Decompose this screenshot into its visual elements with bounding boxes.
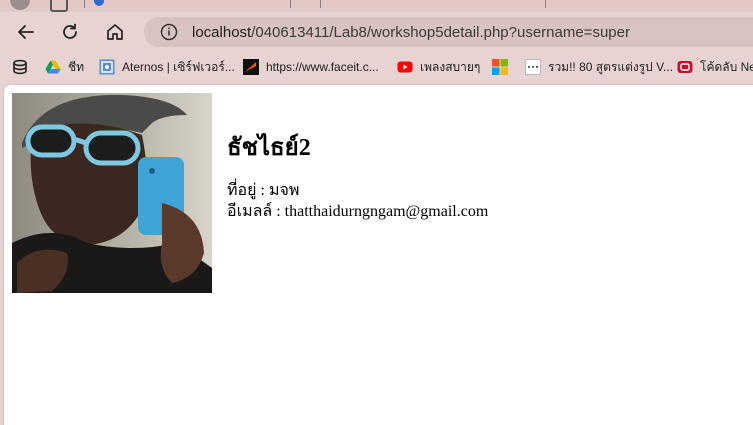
microsoft-icon: [492, 59, 508, 75]
bookmark-youtube[interactable]: เพลงสบายๆ: [397, 58, 480, 76]
aternos-icon: [99, 59, 115, 75]
dots-icon: [525, 59, 541, 75]
bookmark-photo-recipes[interactable]: รวม!! 80 สูตรแต่งรูป V...: [525, 58, 673, 76]
page-content: ธัชไธย์2 ที่อยู่ : มจพ อีเมลล์ : thattha…: [3, 84, 753, 425]
bookmark-label: https://www.faceit.c...: [266, 60, 379, 74]
tab-favicon-icon: [94, 0, 104, 6]
address-bar[interactable]: localhost/040613411/Lab8/workshop5detail…: [144, 17, 753, 47]
tab-strip: [0, 0, 753, 12]
bookmark-label: Aternos | เซิร์ฟเวอร์...: [122, 59, 235, 74]
bookmark-microsoft[interactable]: [492, 58, 515, 76]
tab-divider: [290, 0, 291, 8]
profile-name: ธัชไธย์2: [227, 135, 311, 161]
tab-divider: [84, 0, 85, 8]
bookmark-faceit[interactable]: https://www.faceit.c...: [243, 58, 379, 76]
tab-divider: [320, 0, 321, 8]
bookmark-label: โค้ดลับ Net: [700, 59, 753, 74]
bookmark-aternos[interactable]: Aternos | เซิร์ฟเวอร์...: [99, 58, 235, 76]
bookmark-apps[interactable]: [12, 58, 35, 76]
home-icon: [107, 24, 123, 40]
reload-icon: [63, 23, 77, 39]
back-arrow-icon: [18, 25, 34, 39]
bookmark-line-tv[interactable]: โค้ดลับ Net: [677, 58, 753, 76]
url-host: localhost: [192, 24, 252, 41]
navigation-bar: localhost/040613411/Lab8/workshop5detail…: [0, 12, 753, 52]
reload-button[interactable]: [58, 20, 82, 44]
bookmarks-bar: ชีท Aternos | เซิร์ฟเวอร์... https://www…: [0, 52, 753, 82]
tab-actions-icon[interactable]: [50, 0, 68, 12]
bookmark-label: เพลงสบายๆ: [420, 59, 481, 74]
profile-email: อีเมลล์ : thatthaidurngngam@gmail.com: [227, 203, 489, 220]
google-drive-icon: [45, 59, 61, 75]
faceit-icon: [243, 59, 259, 75]
bookmark-label: ชีท: [68, 59, 85, 74]
url-path: /040613411/Lab8/workshop5detail.php?user…: [251, 24, 630, 41]
profile-photo: [12, 93, 212, 293]
url-text[interactable]: localhost/040613411/Lab8/workshop5detail…: [192, 24, 630, 41]
home-button[interactable]: [103, 20, 127, 44]
bookmark-label: รวม!! 80 สูตรแต่งรูป V...: [548, 59, 674, 74]
bookmark-sheet[interactable]: ชีท: [45, 58, 84, 76]
back-button[interactable]: [14, 20, 38, 44]
profile-avatar[interactable]: [10, 0, 30, 10]
site-info-icon[interactable]: [160, 23, 178, 41]
apps-stack-icon: [12, 59, 28, 75]
youtube-icon: [397, 59, 413, 75]
line-tv-icon: [677, 59, 693, 75]
tab-divider: [545, 0, 546, 8]
